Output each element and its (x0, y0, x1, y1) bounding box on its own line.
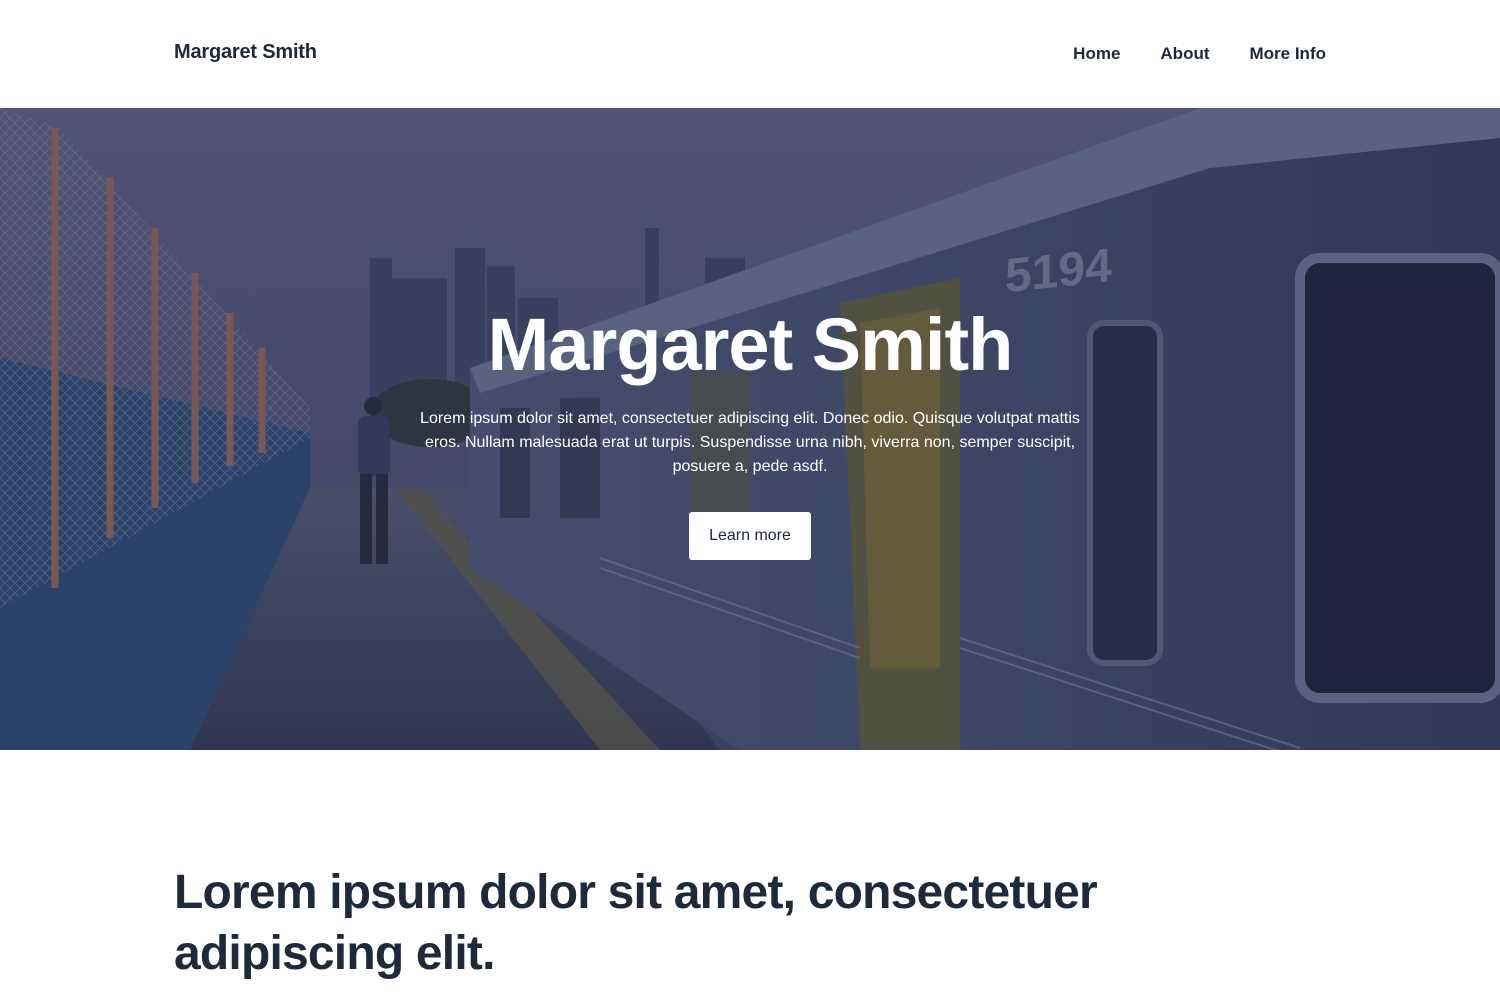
site-header: Margaret Smith Home About More Info (0, 0, 1500, 108)
learn-more-button[interactable]: Learn more (689, 512, 811, 560)
hero-section: 5194 Margaret Smith Lorem ipsum dolor si… (0, 108, 1500, 750)
nav-home-link[interactable]: Home (1073, 44, 1120, 64)
hero-title: Margaret Smith (487, 303, 1014, 386)
hero-description: Lorem ipsum dolor sit amet, consectetuer… (420, 410, 1080, 475)
main-nav: Home About More Info (1073, 44, 1326, 64)
section-heading: Lorem ipsum dolor sit amet, consectetuer… (174, 866, 1098, 980)
nav-about-link[interactable]: About (1160, 44, 1209, 64)
nav-more-info-link[interactable]: More Info (1250, 44, 1327, 64)
brand-link[interactable]: Margaret Smith (174, 41, 317, 64)
hero-content: Margaret Smith Lorem ipsum dolor sit ame… (0, 303, 1500, 560)
